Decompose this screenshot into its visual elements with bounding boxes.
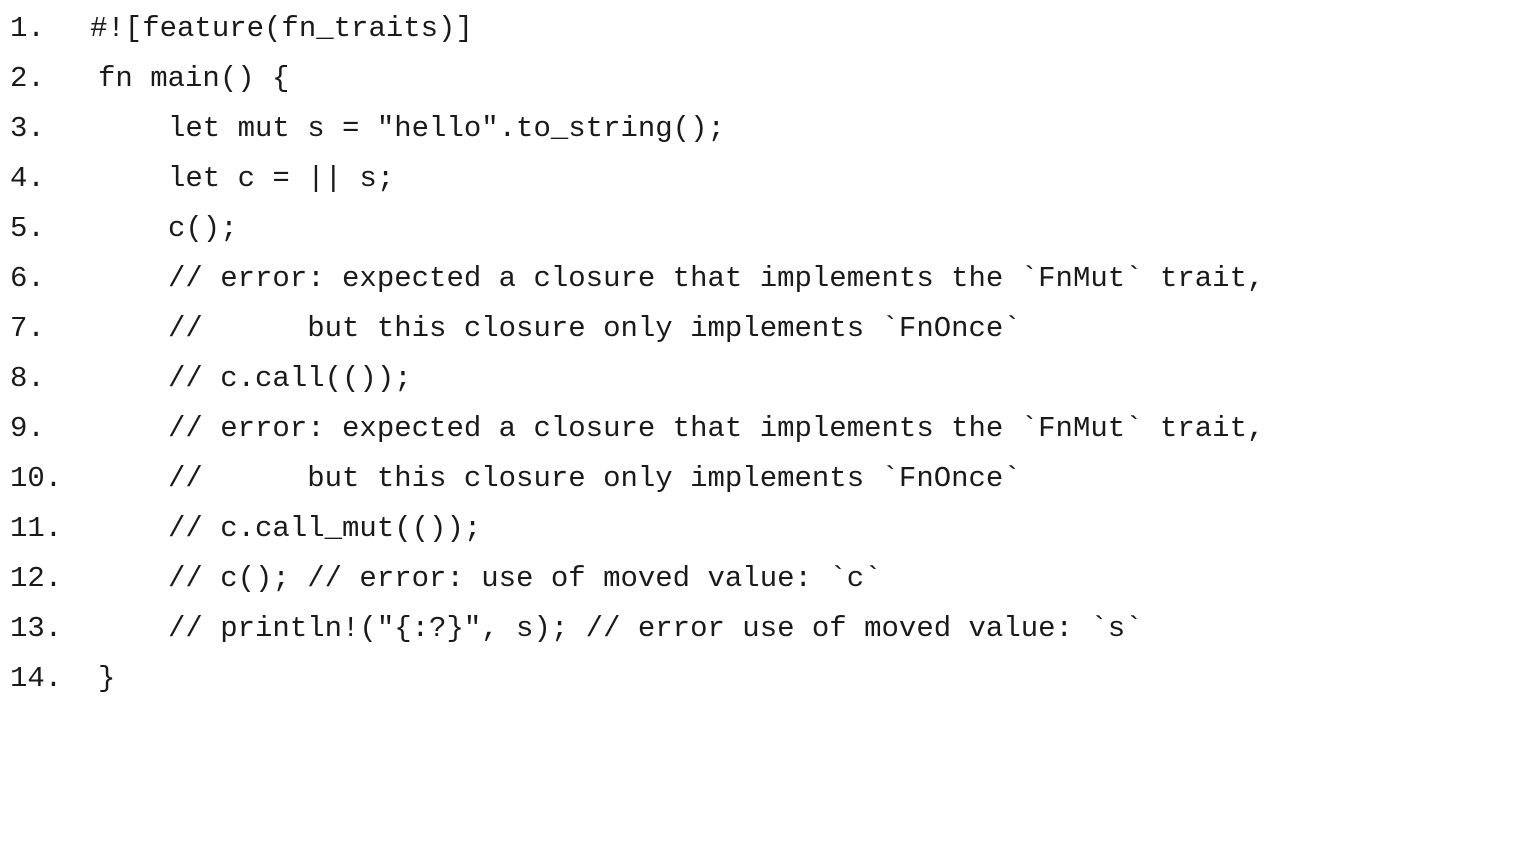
line-number: 2. — [10, 62, 45, 95]
line-text: fn main() { — [98, 62, 290, 95]
line-text: // error: expected a closure that implem… — [168, 412, 1265, 445]
line-text: // error: expected a closure that implem… — [168, 262, 1265, 295]
line-text: // c.call(()); — [168, 362, 412, 395]
line-text: c(); — [168, 212, 238, 245]
line-number: 4. — [10, 162, 45, 195]
line-number: 5. — [10, 212, 45, 245]
line-number: 14. — [10, 662, 63, 695]
line-number: 9. — [10, 412, 45, 445]
line-number: 11. — [10, 512, 63, 545]
line-text: // println!("{:?}", s); // error use of … — [168, 612, 1143, 645]
line-number: 1. — [10, 12, 45, 45]
line-text: } — [98, 662, 116, 695]
line-text: // but this closure only implements `FnO… — [168, 462, 1021, 495]
code-line: 4. let c = || s; — [0, 154, 394, 204]
code-line: 8. // c.call(()); — [0, 354, 412, 404]
line-number: 8. — [10, 362, 45, 395]
code-line: 1. #![feature(fn_traits)] — [0, 4, 473, 54]
line-number: 3. — [10, 112, 45, 145]
code-listing: 1. #![feature(fn_traits)] 2. fn main() {… — [0, 0, 1515, 701]
line-text: // c.call_mut(()); — [168, 512, 482, 545]
line-text: // c(); // error: use of moved value: `c… — [168, 562, 882, 595]
line-text: // but this closure only implements `FnO… — [168, 312, 1021, 345]
line-number: 13. — [10, 612, 63, 645]
line-number: 10. — [10, 462, 63, 495]
code-line: 13. // println!("{:?}", s); // error use… — [0, 604, 1143, 654]
code-line: 5. c(); — [0, 204, 238, 254]
code-line: 11. // c.call_mut(()); — [0, 504, 481, 554]
code-line: 7. // but this closure only implements `… — [0, 304, 1021, 354]
line-number: 7. — [10, 312, 45, 345]
code-line: 12. // c(); // error: use of moved value… — [0, 554, 882, 604]
code-line: 9. // error: expected a closure that imp… — [0, 404, 1264, 454]
code-line: 6. // error: expected a closure that imp… — [0, 254, 1264, 304]
code-line: 14. } — [0, 654, 115, 704]
code-line: 2. fn main() { — [0, 54, 289, 104]
line-number: 12. — [10, 562, 63, 595]
code-line: 10. // but this closure only implements … — [0, 454, 1021, 504]
code-line: 3. let mut s = "hello".to_string(); — [0, 104, 725, 154]
line-text: #![feature(fn_traits)] — [90, 12, 473, 45]
line-text: let c = || s; — [168, 162, 395, 195]
line-text: let mut s = "hello".to_string(); — [168, 112, 725, 145]
line-number: 6. — [10, 262, 45, 295]
